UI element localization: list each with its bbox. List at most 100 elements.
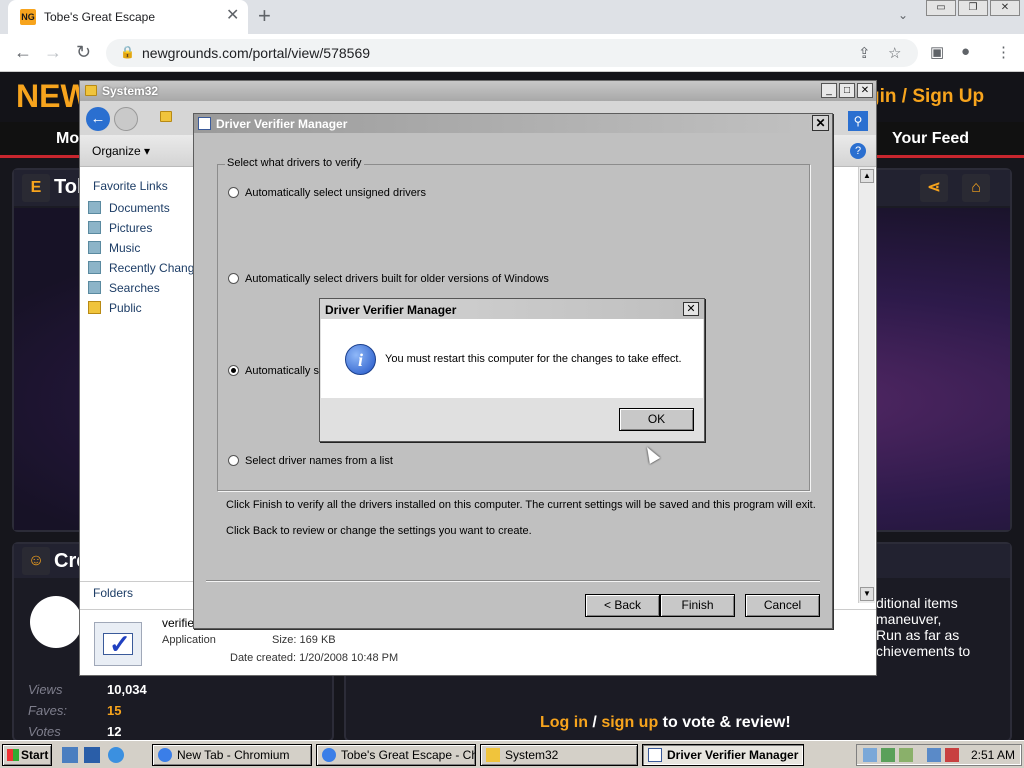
clock[interactable]: 2:51 AM [971, 748, 1015, 762]
game-description: ditional items maneuver, Run as far as c… [876, 595, 1016, 659]
close-button[interactable]: ✕ [857, 83, 873, 98]
task-driver-verifier-manager[interactable]: Driver Verifier Manager [642, 744, 804, 766]
volume-muted-icon[interactable] [945, 748, 959, 762]
dialog-close-button[interactable]: ✕ [812, 115, 829, 131]
start-label: Start [21, 748, 49, 762]
signup-link[interactable]: sign up [601, 714, 658, 731]
user-icon: ☺ [22, 547, 50, 575]
task-new-tab-chromium[interactable]: New Tab - Chromium [152, 744, 312, 766]
back-arrow-icon[interactable]: ← [14, 42, 32, 62]
scroll-down-icon[interactable]: ▼ [860, 587, 874, 601]
newgrounds-favicon-icon: NG [20, 9, 36, 25]
favorite-link-searches[interactable]: Searches [88, 281, 160, 299]
folder-icon [88, 301, 101, 314]
embed-icon[interactable]: ⌂ [962, 174, 990, 202]
start-button[interactable]: Start [2, 744, 52, 766]
lock-icon[interactable]: 🔒 [120, 45, 135, 59]
information-icon: i [345, 344, 376, 375]
help-icon[interactable]: ? [850, 143, 866, 159]
organize-menu[interactable]: Organize ▾ [92, 144, 150, 158]
favorite-link-label: Public [109, 301, 142, 315]
author-avatar[interactable] [30, 596, 82, 648]
forward-arrow-icon[interactable]: → [44, 42, 62, 62]
search-icon[interactable]: ⚲ [848, 111, 868, 131]
network-icon[interactable] [863, 748, 877, 762]
favorite-link-documents[interactable]: Documents [88, 201, 170, 219]
favorite-link-label: Searches [109, 281, 160, 295]
folder-icon [85, 85, 97, 96]
favorite-link-public[interactable]: Public [88, 301, 142, 319]
nav-your-feed-link[interactable]: Your Feed [892, 130, 969, 148]
tab-search-icon[interactable]: ⌄ [898, 8, 908, 22]
favorite-link-music[interactable]: Music [88, 241, 140, 259]
login-signup-link[interactable]: gin / Sign Up [868, 86, 984, 108]
login-link[interactable]: Log in [540, 714, 588, 731]
close-window-button[interactable]: ✕ [990, 0, 1020, 16]
radio-button[interactable] [228, 273, 239, 284]
option-older-drivers[interactable]: Automatically select drivers built for o… [228, 273, 549, 285]
share-icon[interactable]: ⋖ [920, 174, 948, 202]
message-box-close-button[interactable]: ✕ [683, 302, 699, 316]
profile-avatar-icon[interactable]: ● [961, 43, 970, 60]
browser-menu-icon[interactable]: ⋮ [996, 43, 1011, 61]
stat-label: Votes [28, 724, 61, 739]
description-line: ditional items [876, 595, 958, 611]
option-driver-list[interactable]: Select driver names from a list [228, 455, 393, 467]
side-panel-icon[interactable]: ▣ [930, 43, 944, 61]
size-value: 169 KB [299, 634, 336, 646]
back-button[interactable]: < Back [585, 594, 660, 617]
radio-button-selected[interactable] [228, 365, 239, 376]
favorite-link-recently-changed[interactable]: Recently Changed [88, 261, 208, 279]
message-box-body: i You must restart this computer for the… [321, 319, 703, 398]
browser-tab[interactable]: NG Tobe's Great Escape ✕ [8, 0, 248, 34]
taskbar: Start New Tab - Chromium Tobe's Great Es… [0, 740, 1024, 768]
dialog-titlebar[interactable]: Driver Verifier Manager ✕ [194, 114, 832, 133]
option-all-drivers[interactable]: Automatically se [228, 365, 325, 377]
ok-button[interactable]: OK [619, 408, 694, 431]
show-desktop-icon[interactable] [62, 747, 78, 763]
forward-arrow-icon[interactable] [114, 107, 138, 131]
restore-button[interactable]: ❐ [958, 0, 988, 16]
address-bar[interactable]: 🔒 newgrounds.com/portal/view/578569 ⇪ ☆ [106, 39, 918, 67]
music-icon [88, 241, 101, 254]
url-text[interactable]: newgrounds.com/portal/view/578569 [142, 45, 370, 61]
task-tobes-great-escape[interactable]: Tobe's Great Escape - Ch... [316, 744, 476, 766]
task-system32[interactable]: System32 [480, 744, 638, 766]
finish-button[interactable]: Finish [660, 594, 735, 617]
updates-icon[interactable] [899, 748, 913, 762]
nav-movies-link[interactable]: Mo [56, 130, 79, 148]
internet-explorer-icon[interactable] [108, 747, 124, 763]
tab-close-icon[interactable]: ✕ [226, 7, 239, 25]
radio-button[interactable] [228, 187, 239, 198]
tab-title: Tobe's Great Escape [44, 10, 156, 24]
file-date: Date created: 1/20/2008 10:48 PM [230, 652, 398, 664]
share-icon[interactable]: ⇪ [858, 44, 871, 62]
message-box-titlebar[interactable]: Driver Verifier Manager ✕ [320, 299, 704, 319]
option-unsigned-drivers[interactable]: Automatically select unsigned drivers [228, 187, 426, 199]
explorer-titlebar[interactable]: System32 _ □ ✕ [80, 81, 876, 101]
bookmark-star-icon[interactable]: ☆ [888, 44, 901, 62]
explorer-window-controls: _ □ ✕ [821, 83, 873, 98]
cancel-button[interactable]: Cancel [745, 594, 820, 617]
window-switcher-icon[interactable] [84, 747, 100, 763]
reload-icon[interactable]: ↻ [76, 42, 91, 62]
display-icon[interactable] [927, 748, 941, 762]
minimize-button[interactable]: _ [821, 83, 837, 98]
task-label: System32 [505, 748, 559, 762]
radio-button[interactable] [228, 455, 239, 466]
window-controls: ▭ ❐ ✕ [926, 0, 1020, 18]
folders-toggle[interactable]: Folders [80, 581, 193, 603]
back-arrow-icon[interactable]: ← [86, 107, 110, 131]
favorite-link-pictures[interactable]: Pictures [88, 221, 152, 239]
maximize-button[interactable]: □ [839, 83, 855, 98]
new-tab-button[interactable]: + [258, 4, 271, 28]
date-label: Date created: [230, 652, 297, 664]
scroll-up-icon[interactable]: ▲ [860, 169, 874, 183]
safely-remove-icon[interactable] [881, 748, 895, 762]
address-folder-icon[interactable] [160, 111, 172, 122]
minimize-button[interactable]: ▭ [926, 0, 956, 16]
vote-separator: / [587, 714, 602, 731]
explorer-scrollbar[interactable]: ▲ ▼ [858, 167, 875, 619]
favorite-link-label: Documents [109, 201, 170, 215]
browser-tabstrip: NG Tobe's Great Escape ✕ + ⌄ ▭ ❐ ✕ [0, 0, 1024, 34]
